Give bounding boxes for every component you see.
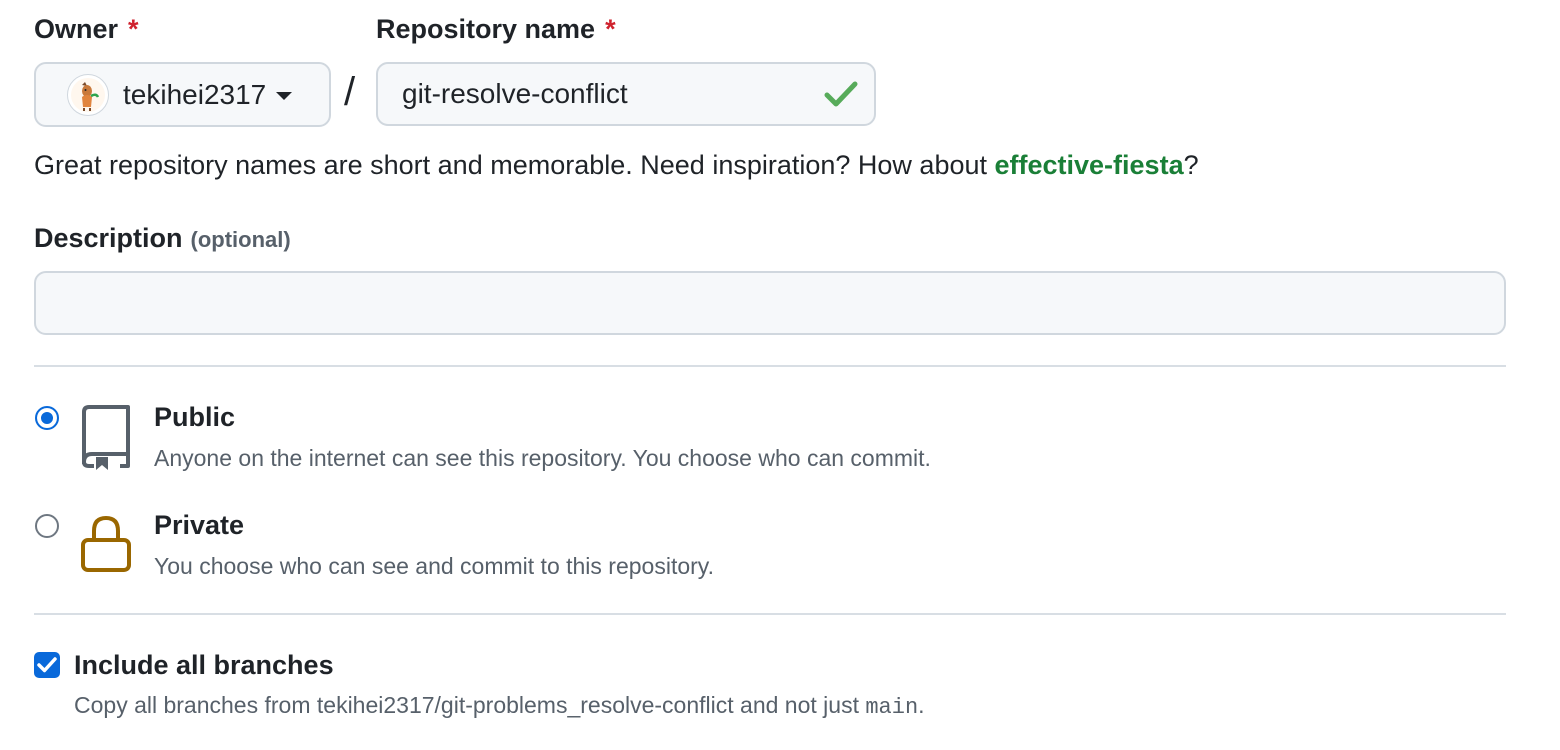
repository-name-label: Repository name * xyxy=(376,14,616,45)
section-divider xyxy=(34,613,1506,615)
private-option-description: You choose who can see and commit to thi… xyxy=(154,553,714,579)
private-option-title: Private xyxy=(154,510,245,540)
section-divider xyxy=(34,365,1506,367)
optional-label: (optional) xyxy=(190,227,291,252)
branches-description-text: Copy all branches from tekihei2317/git-p… xyxy=(74,692,866,718)
include-branches-checkbox[interactable] xyxy=(34,652,60,678)
owner-required-mark: * xyxy=(128,14,139,44)
owner-repo-separator: / xyxy=(344,70,356,114)
description-label-text: Description xyxy=(34,223,183,253)
lock-icon xyxy=(81,515,131,572)
repo-book-icon xyxy=(82,405,130,470)
hint-text: Great repository names are short and mem… xyxy=(34,150,995,180)
branches-description-end: . xyxy=(918,692,925,718)
public-option-description: Anyone on the internet can see this repo… xyxy=(154,445,931,471)
name-suggestion-link[interactable]: effective-fiesta xyxy=(995,150,1184,180)
owner-label: Owner * xyxy=(34,14,139,45)
user-avatar-icon xyxy=(67,73,109,116)
owner-select-value: tekihei2317 xyxy=(123,78,267,110)
checkmark-icon xyxy=(37,657,57,673)
owner-select-button[interactable]: tekihei2317 xyxy=(34,62,331,127)
repository-name-hint: Great repository names are short and mem… xyxy=(34,150,1199,181)
repository-name-field xyxy=(376,62,876,126)
caret-down-icon xyxy=(276,92,293,100)
check-icon xyxy=(824,81,858,107)
include-branches-description: Copy all branches from tekihei2317/git-p… xyxy=(74,692,925,720)
repository-name-label-text: Repository name xyxy=(376,14,596,44)
private-radio[interactable] xyxy=(35,514,59,538)
include-branches-label: Include all branches xyxy=(74,650,334,680)
repository-name-input[interactable] xyxy=(378,64,808,124)
description-input[interactable] xyxy=(34,271,1506,335)
public-radio[interactable] xyxy=(35,406,59,430)
public-option-title: Public xyxy=(154,402,236,432)
repository-required-mark: * xyxy=(605,14,616,44)
description-label: Description (optional) xyxy=(34,223,291,254)
hint-text-end: ? xyxy=(1183,150,1199,180)
default-branch-name: main xyxy=(865,695,919,720)
owner-label-text: Owner xyxy=(34,14,119,44)
